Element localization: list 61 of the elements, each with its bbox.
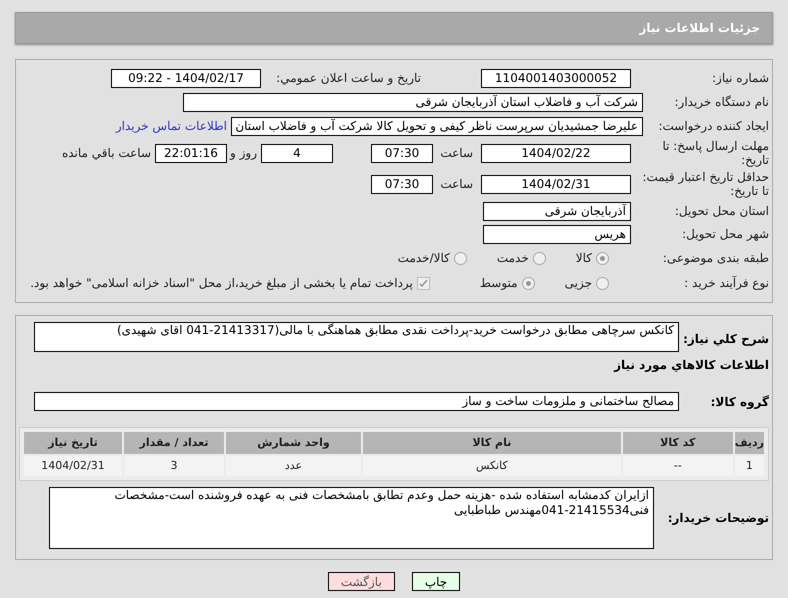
column-header: واحد شمارش [226, 432, 361, 454]
table-cell: 3 [124, 456, 224, 476]
field-label: ايجاد کننده درخواست: [657, 118, 769, 135]
radio-button[interactable] [596, 276, 609, 290]
province-field: آذربایجان شرقی [483, 202, 631, 220]
deadline-time-field: 07:30 [371, 144, 433, 162]
payment-note: پرداخت تمام یا بخشی از مبلغ خرید،از محل "اسناد خزانه اسلامی" خواهد بود. [30, 275, 413, 292]
column-header: نام کالا [363, 432, 621, 454]
table-cell: کانکس [363, 456, 621, 476]
field-label: نوع فرآیند خرید : [683, 275, 769, 292]
table-cell: -- [622, 456, 733, 476]
field-label: تاريخ و ساعت اعلان عمومي: [275, 70, 421, 87]
print-button[interactable]: چاپ [412, 572, 460, 591]
table-cell: 1 [734, 456, 764, 476]
radio-label: جزیی [564, 275, 592, 292]
goods-group-label: گروه کالا: [710, 394, 769, 410]
table-cell: عدد [226, 456, 361, 476]
city-field: هریس [483, 224, 631, 244]
radio-label: کالا [576, 250, 592, 267]
radio-label: خدمت [496, 250, 529, 267]
goods-group-field: مصالح ساختمانی و ملزومات ساخت و ساز [34, 392, 679, 411]
payment-checkbox[interactable] [416, 276, 430, 290]
radio-button[interactable] [454, 252, 467, 264]
field-label: استان محل تحویل: [674, 203, 769, 220]
buyer-contact-link[interactable]: اطلاعات تماس خريدار [116, 117, 227, 135]
back-button[interactable]: بازگشت [328, 572, 395, 591]
buyer-notes-label: توضيحات خريدار: [666, 510, 769, 527]
radio-button[interactable] [522, 276, 535, 290]
validity-time-field: 07:30 [371, 174, 433, 194]
field-label: شهر محل تحویل: [681, 226, 769, 243]
field-label: مهلت ارسال پاسخ: تا تاريخ: [661, 139, 769, 167]
deadline-date-field: 1404/02/22 [481, 144, 631, 162]
column-header: کد کالا [622, 432, 733, 454]
remaining-time-field: 22:01:16 [155, 144, 227, 162]
column-header: رديف [734, 432, 764, 454]
column-header: تعداد / مقدار [124, 432, 224, 454]
radio-label: کالا/خدمت [398, 250, 450, 267]
summary-label: شرح کلي نياز: [682, 331, 769, 348]
goods-heading: اطلاعات کالاهاي مورد نياز [612, 357, 769, 374]
radio-label: متوسط [480, 275, 518, 292]
validity-date-field: 1404/02/31 [481, 174, 631, 194]
field-label: ساعت [439, 145, 473, 162]
field-label: نام دستگاه خريدار: [674, 94, 769, 111]
field-label: روز و [228, 145, 257, 162]
field-label: ساعت باقي مانده [62, 145, 151, 162]
need-number-field: 1104001403000052 [481, 68, 631, 88]
announce-date-field: 1404/02/17 - 09:22 [111, 68, 261, 88]
radio-button[interactable] [596, 252, 609, 264]
requester-field: علیرضا جمشیدیان سرپرست ناظر کیفی و تحویل کالا شرکت آب و فاضلاب استان [231, 116, 643, 136]
buyer-notes-field: ازایران کدمشابه استفاده شده -هزینه حمل وعدم تطابق بامشخصات فنی به عهده فروشنده است-مشخصات فنی21415534-041مهندس طباطبایی [49, 487, 654, 549]
radio-button[interactable] [532, 252, 546, 264]
table-cell: 1404/02/31 [24, 456, 122, 476]
field-label: ساعت [439, 176, 473, 193]
header-title: جزئیات اطلاعات نیاز [639, 20, 760, 37]
summary-field: کانکس سرچاهی مطابق درخواست خرید-پرداخت نقدی مطابق هماهنگی با مالی(21413317-041 اقای شهیدی) [34, 322, 679, 352]
buyer-name-field: شرکت آب و فاضلاب استان آذربایجان شرقی [183, 92, 643, 112]
field-label: شماره نیاز: [711, 70, 769, 87]
column-header: تاريخ نياز [24, 432, 122, 454]
days-field: 4 [261, 144, 333, 162]
field-label: حداقل تاريخ اعتبار قيمت: تا تاريخ: [641, 170, 769, 198]
field-label: طبقه بندی موضوعی: [662, 250, 769, 267]
